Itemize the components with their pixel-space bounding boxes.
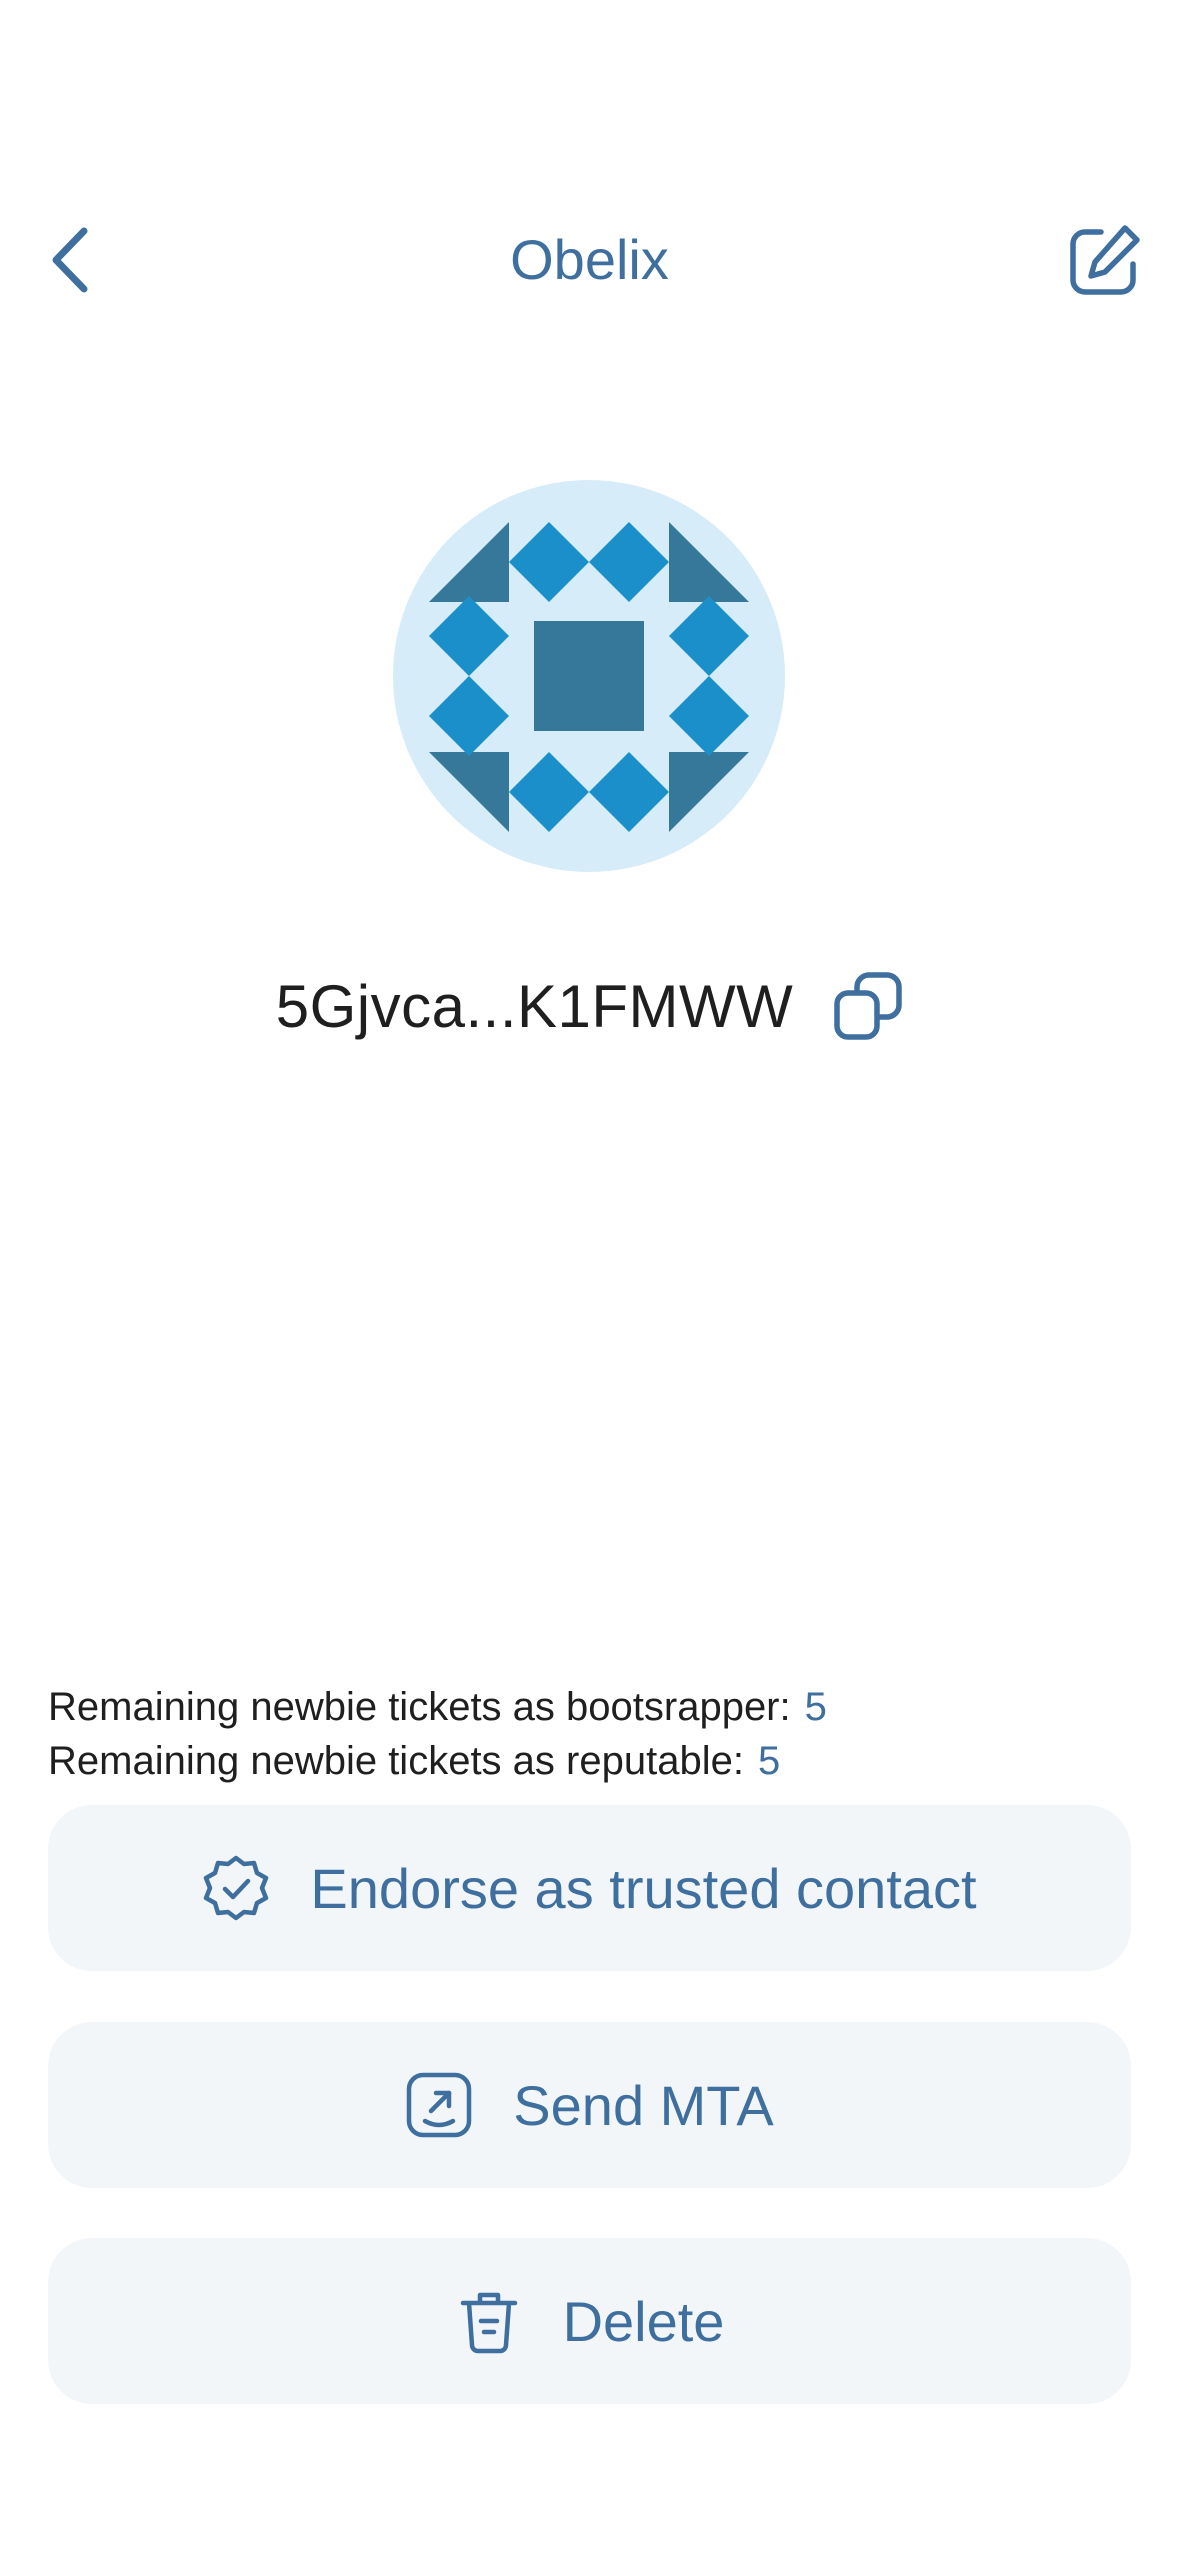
- endorse-button[interactable]: Endorse as trusted contact: [48, 1805, 1131, 1971]
- trash-icon: [460, 2292, 517, 2354]
- page-title: Obelix: [510, 228, 669, 291]
- reputable-tickets-row: Remaining newbie tickets as reputable: 5: [48, 1734, 827, 1788]
- address-row: 5Gjvca...K1FMWW: [0, 960, 1179, 1052]
- send-arrow-icon: [407, 2072, 472, 2138]
- reputable-tickets-value: 5: [757, 1739, 781, 1783]
- bootstrapper-tickets-value: 5: [804, 1685, 827, 1729]
- verified-badge-icon: [204, 1855, 269, 1921]
- send-mta-label: Send MTA: [513, 2073, 774, 2137]
- edit-pencil-icon: [1070, 225, 1140, 295]
- top-bar: Obelix: [0, 180, 1179, 340]
- identicon-avatar: [429, 522, 749, 832]
- contact-avatar: [393, 480, 785, 872]
- newbie-tickets-info: Remaining newbie tickets as bootsrapper:…: [48, 1680, 827, 1788]
- reputable-tickets-label: Remaining newbie tickets as reputable:: [48, 1739, 744, 1783]
- endorse-label: Endorse as trusted contact: [310, 1856, 977, 1920]
- send-mta-button[interactable]: Send MTA: [48, 2022, 1131, 2188]
- delete-button[interactable]: Delete: [48, 2238, 1131, 2404]
- contact-address: 5Gjvca...K1FMWW: [275, 972, 794, 1040]
- bootstrapper-tickets-row: Remaining newbie tickets as bootsrapper:…: [48, 1680, 827, 1734]
- delete-label: Delete: [562, 2289, 725, 2353]
- edit-button[interactable]: [1065, 222, 1143, 300]
- copy-icon: [834, 972, 903, 1040]
- bootstrapper-tickets-label: Remaining newbie tickets as bootsrapper:: [48, 1685, 791, 1729]
- copy-address-button[interactable]: [833, 971, 903, 1041]
